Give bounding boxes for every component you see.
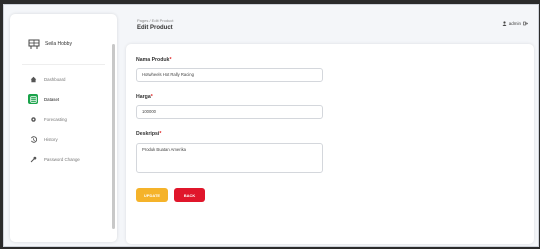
required-mark: * (150, 94, 153, 100)
sidebar-item-label: Forecasting (44, 116, 67, 122)
user-icon (502, 21, 507, 26)
nama-produk-input[interactable]: Hotwheels Hot Rally Racing (136, 68, 323, 82)
brand-name: Seila Hobby (45, 41, 72, 47)
sidebar-item-label: Dashboard (44, 76, 66, 82)
edit-product-form: Nama Produk* Hotwheels Hot Rally Racing … (126, 44, 534, 244)
gear-icon (28, 114, 38, 124)
deskripsi-label: Deskripsi* (136, 131, 161, 137)
back-button[interactable]: Back (174, 188, 205, 202)
logo-icon (28, 39, 40, 49)
sidebar: Seila Hobby Dashboard Dataset Forecastin… (10, 14, 117, 242)
required-mark: * (159, 131, 162, 137)
page-header: Pages / Edit Product Edit Product admin (120, 14, 534, 42)
sidebar-item-forecasting[interactable]: Forecasting (24, 112, 110, 126)
harga-label-text: Harga (136, 94, 151, 100)
page-title: Edit Product (137, 25, 173, 31)
deskripsi-textarea[interactable]: Produk Buatan Amerika (136, 143, 323, 173)
sidebar-item-dashboard[interactable]: Dashboard (24, 72, 110, 86)
home-icon (28, 74, 38, 84)
harga-label: Harga* (136, 94, 153, 100)
nama-produk-label-text: Nama Produk (136, 57, 170, 63)
sidebar-item-history[interactable]: History (24, 132, 110, 146)
required-mark: * (169, 57, 172, 63)
user-name: admin (508, 21, 521, 26)
logout-icon[interactable] (523, 21, 528, 26)
database-icon (28, 94, 38, 104)
sidebar-item-password-change[interactable]: Password Change (24, 152, 110, 166)
user-menu[interactable]: admin (502, 21, 528, 26)
nama-produk-label: Nama Produk* (136, 57, 171, 63)
sidebar-item-label: Password Change (44, 156, 80, 162)
sidebar-divider (22, 64, 105, 65)
deskripsi-label-text: Deskripsi (136, 131, 160, 137)
breadcrumb[interactable]: Pages / Edit Product (137, 18, 173, 23)
update-button[interactable]: Update (136, 188, 168, 202)
brand[interactable]: Seila Hobby (28, 38, 72, 50)
sidebar-item-label: History (44, 136, 58, 142)
sidebar-item-label: Dataset (44, 96, 60, 102)
key-icon (28, 154, 38, 164)
harga-input[interactable]: 100000 (136, 105, 323, 119)
sidebar-scrollbar[interactable] (112, 44, 115, 229)
history-icon (28, 134, 38, 144)
sidebar-item-dataset[interactable]: Dataset (24, 92, 110, 106)
